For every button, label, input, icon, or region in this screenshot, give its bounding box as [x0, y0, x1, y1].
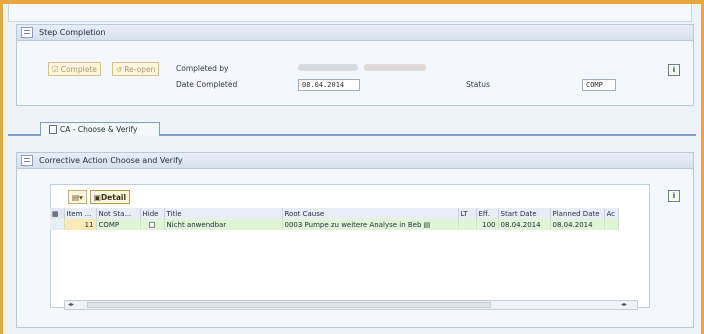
scroll-thumb[interactable]: [87, 302, 491, 308]
table-row[interactable]: 11 COMP Nicht anwendbar 0003 Pumpe zu we…: [50, 219, 619, 230]
cell-planned-date[interactable]: 08.04.2014: [550, 219, 605, 230]
step-completion-title: Step Completion: [39, 28, 106, 37]
cell-hide[interactable]: [140, 219, 165, 230]
hide-checkbox[interactable]: [149, 221, 155, 228]
col-root-cause[interactable]: Root Cause: [282, 208, 459, 219]
table-header-row: ▦ Item ... Not Sta... Hide Title Root Ca…: [50, 208, 619, 219]
col-lt[interactable]: LT: [458, 208, 477, 219]
cell-not-status[interactable]: COMP: [96, 219, 141, 230]
reopen-icon: ↺: [116, 64, 123, 74]
status-label: Status: [466, 80, 490, 89]
grid-area: [50, 184, 650, 308]
collapse-panel-icon[interactable]: [21, 27, 33, 38]
menu-dropdown-button[interactable]: ▤▾: [68, 190, 87, 204]
complete-button[interactable]: ☑ Complete: [48, 62, 101, 76]
complete-icon: ☑: [52, 64, 59, 74]
scroll-right-icon[interactable]: ◂▸: [621, 301, 627, 309]
col-ac[interactable]: Ac: [604, 208, 619, 219]
cell-lt[interactable]: [458, 219, 477, 230]
scroll-left-icon[interactable]: ◂▸: [68, 301, 74, 309]
corrective-action-title: Corrective Action Choose and Verify: [39, 156, 183, 165]
info-icon[interactable]: i: [668, 190, 680, 202]
col-item[interactable]: Item ...: [64, 208, 97, 219]
completed-by-label: Completed by: [176, 64, 229, 73]
corrective-action-table: ▦ Item ... Not Sta... Hide Title Root Ca…: [50, 208, 619, 230]
value-help-icon[interactable]: ▤: [424, 221, 431, 229]
completed-by-value: [298, 64, 358, 71]
col-title[interactable]: Title: [164, 208, 283, 219]
row-selector-header[interactable]: ▦: [50, 208, 65, 219]
detail-icon: ▣: [93, 192, 101, 202]
step-completion-header: Step Completion: [17, 25, 693, 41]
cell-ac[interactable]: [604, 219, 619, 230]
cell-item[interactable]: 11: [64, 219, 97, 230]
detail-button[interactable]: ▣ Detail: [89, 190, 131, 204]
status-field[interactable]: COMP: [582, 79, 616, 91]
completed-by-name: [364, 64, 426, 71]
col-planned-date[interactable]: Planned Date: [550, 208, 605, 219]
cell-eff[interactable]: 100: [476, 219, 499, 230]
cell-root-cause[interactable]: 0003 Pumpe zu weitere Analyse in Beb ▤: [282, 219, 459, 230]
corrective-action-header: Corrective Action Choose and Verify: [17, 153, 693, 169]
row-selector[interactable]: [50, 219, 65, 230]
col-hide[interactable]: Hide: [140, 208, 165, 219]
reopen-button[interactable]: ↺ Re-open: [112, 62, 160, 76]
menu-icon: ▤▾: [72, 192, 83, 202]
top-strip: [8, 4, 692, 22]
tab-strip: CA - Choose & Verify: [8, 122, 696, 136]
date-completed-label: Date Completed: [176, 80, 238, 89]
collapse-panel-icon[interactable]: [21, 155, 33, 166]
col-eff[interactable]: Eff.: [476, 208, 499, 219]
info-icon[interactable]: i: [668, 64, 680, 76]
horizontal-scrollbar[interactable]: ◂▸ ◂▸: [64, 300, 638, 310]
cell-start-date[interactable]: 08.04.2014: [498, 219, 551, 230]
date-completed-field[interactable]: 08.04.2014: [298, 79, 360, 91]
tab-ca-choose-verify[interactable]: CA - Choose & Verify: [40, 122, 160, 136]
document-icon: [49, 125, 57, 134]
grid-toolbar: ▤▾ ▣ Detail: [68, 190, 131, 204]
col-not-status[interactable]: Not Sta...: [96, 208, 141, 219]
col-start-date[interactable]: Start Date: [498, 208, 551, 219]
cell-title[interactable]: Nicht anwendbar: [164, 219, 283, 230]
